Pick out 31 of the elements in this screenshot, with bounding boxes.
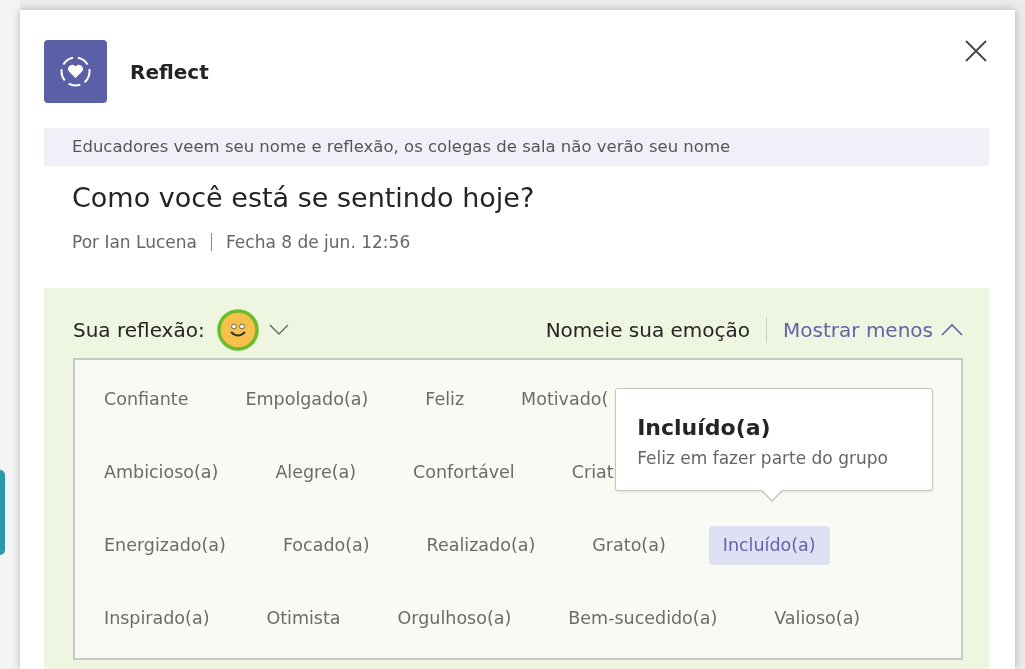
reflection-label: Sua reflexão: — [73, 318, 205, 342]
tooltip-description: Feliz em fazer parte do grupo — [637, 448, 889, 468]
emotion-option[interactable]: Energizado(a) — [90, 526, 240, 565]
chevron-down-icon[interactable] — [268, 324, 289, 336]
show-less-link[interactable]: Mostrar menos — [783, 318, 963, 342]
smiley-face-icon[interactable] — [216, 309, 259, 351]
privacy-notice: Educadores veem seu nome e reflexão, os colegas de sala não verão seu nome — [44, 128, 989, 166]
emotion-option[interactable]: Alegre(a) — [261, 453, 371, 492]
emotion-option[interactable]: Motivado( — [507, 380, 623, 419]
emotion-option[interactable]: Confiante — [90, 380, 203, 419]
emotion-option[interactable]: Incluído(a) — [708, 526, 830, 565]
author-text: Por Ian Lucena — [72, 232, 197, 252]
closing-date: Fecha 8 de jun. 12:56 — [226, 232, 411, 252]
close-button[interactable] — [965, 40, 987, 62]
emotion-option[interactable]: Realizado(a) — [412, 526, 550, 565]
name-emotion-label: Nomeie sua emoção — [545, 318, 751, 342]
emotion-option[interactable]: Empolgado(a) — [231, 380, 383, 419]
app-title: Reflect — [130, 59, 210, 84]
emotion-option[interactable]: Feliz — [411, 380, 479, 419]
tooltip-title: Incluído(a) — [637, 415, 772, 440]
emotion-option[interactable]: Bem-sucedido(a) — [554, 599, 732, 638]
emotion-option[interactable]: Otimista — [252, 599, 355, 638]
emotion-option[interactable]: Grato(a) — [578, 526, 680, 565]
emotion-option[interactable]: Confortável — [399, 453, 529, 492]
emotion-option[interactable]: Criat — [557, 453, 628, 492]
emotion-option[interactable]: Inspirado(a) — [90, 599, 224, 638]
emotion-option[interactable]: Ambicioso(a) — [90, 453, 233, 492]
emotion-option[interactable]: Valioso(a) — [760, 599, 875, 638]
emotion-option[interactable]: Focado(a) — [268, 526, 384, 565]
emotion-option[interactable]: Orgulhoso(a) — [383, 599, 526, 638]
question-title: Como você está se sentindo hoje? — [71, 181, 536, 215]
